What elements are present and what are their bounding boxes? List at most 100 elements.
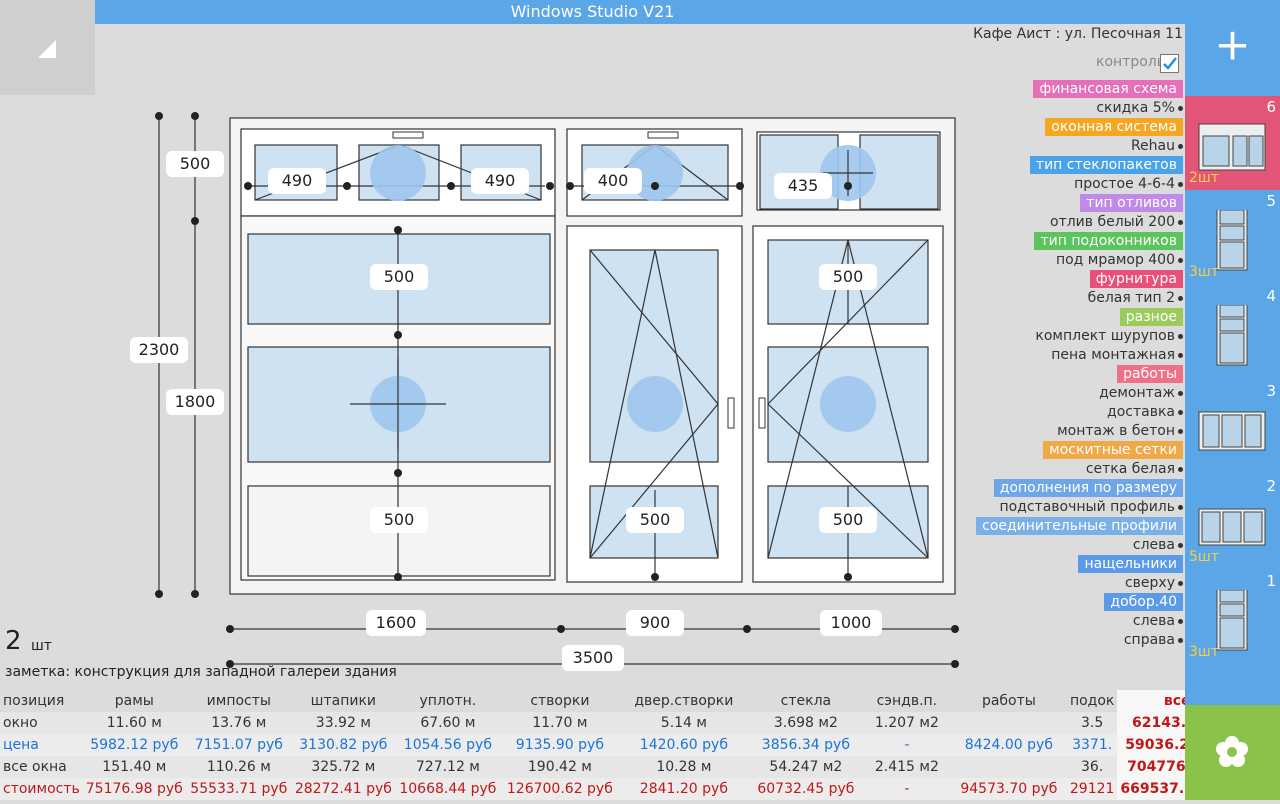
option-value[interactable]: подставочный профиль xyxy=(999,498,1183,516)
table-cell: 190.42 м xyxy=(527,759,592,775)
option-value[interactable]: справа xyxy=(1124,631,1183,649)
right-sidebar: ＋ 6 2шт 5 3шт 4 3 2 5шт 1 3шт xyxy=(1185,0,1280,800)
row-label: все окна xyxy=(3,759,67,775)
construction-thumb-2[interactable]: 2 5шт xyxy=(1185,475,1280,569)
bullet-icon xyxy=(1178,391,1183,396)
dim-label[interactable]: 435 xyxy=(774,173,832,199)
app-title: Windows Studio V21 xyxy=(510,2,675,21)
dim-label[interactable]: 2300 xyxy=(130,337,188,363)
construction-number: 2 xyxy=(1266,477,1276,495)
table-cell: 2.415 м2 xyxy=(874,759,939,775)
settings-button[interactable] xyxy=(1185,705,1280,800)
window-thumb-icon xyxy=(1198,411,1266,451)
table-row: окно 11.60 м 13.76 м 33.92 м 67.60 м 11.70 м 5… xyxy=(0,712,1254,734)
table-cell: 325.72 м xyxy=(311,759,376,775)
dim-label[interactable]: 400 xyxy=(584,168,642,194)
option-category[interactable]: финансовая схема xyxy=(1033,80,1183,98)
menu-corner-button[interactable] xyxy=(0,0,95,95)
dim-label[interactable]: 500 xyxy=(626,507,684,533)
construction-qty[interactable]: 2 xyxy=(5,626,22,656)
option-value[interactable]: доставка xyxy=(1107,403,1183,421)
dim-label[interactable]: 500 xyxy=(370,264,428,290)
construction-qty-badge: 3шт xyxy=(1189,264,1219,280)
option-category[interactable]: соединительные профили xyxy=(976,517,1183,535)
option-value[interactable]: слева xyxy=(1133,536,1183,554)
construction-thumb-1[interactable]: 1 3шт xyxy=(1185,570,1280,664)
dim-label[interactable]: 490 xyxy=(268,168,326,194)
option-category[interactable]: фурнитура xyxy=(1089,270,1183,288)
table-cell: 67.60 м xyxy=(420,715,476,731)
table-header: сэндв.п. xyxy=(876,693,938,709)
option-value[interactable]: белая тип 2 xyxy=(1088,289,1183,307)
bullet-icon xyxy=(1178,429,1183,434)
table-cell: 54.247 м2 xyxy=(769,759,843,775)
dim-label[interactable]: 900 xyxy=(626,610,684,636)
option-category[interactable]: дополнения по размеру xyxy=(993,479,1183,497)
dim-label[interactable]: 3500 xyxy=(562,645,624,671)
option-value[interactable]: сетка белая xyxy=(1086,460,1183,478)
option-value[interactable]: монтаж в бетон xyxy=(1057,422,1183,440)
table-cell: 75176.98 руб xyxy=(85,781,183,797)
table-cell: 3371. xyxy=(1072,737,1113,753)
option-value[interactable]: демонтаж xyxy=(1099,384,1183,402)
dim-label[interactable]: 500 xyxy=(819,507,877,533)
option-category[interactable]: москитные сетки xyxy=(1043,441,1183,459)
bullet-icon xyxy=(1178,410,1183,415)
glass-marker xyxy=(370,145,426,201)
option-value[interactable]: отлив белый 200 xyxy=(1050,213,1183,231)
control-label: контроль xyxy=(1096,54,1165,70)
table-cell: 1.207 м2 xyxy=(874,715,939,731)
option-category[interactable]: работы xyxy=(1117,365,1183,383)
option-value[interactable]: простое 4-6-4 xyxy=(1074,175,1183,193)
table-cell: 10.28 м xyxy=(656,759,712,775)
row-label: цена xyxy=(3,737,39,753)
option-category[interactable]: добор.40 xyxy=(1104,593,1183,611)
add-construction-button[interactable]: ＋ xyxy=(1185,0,1280,96)
dim-label[interactable]: 1000 xyxy=(820,610,882,636)
option-value[interactable]: сверху xyxy=(1125,574,1183,592)
option-category[interactable]: тип стеклопакетов xyxy=(1029,156,1183,174)
bullet-icon xyxy=(1178,467,1183,472)
option-value[interactable]: скидка 5% xyxy=(1096,99,1183,117)
table-cell: 3130.82 руб xyxy=(299,737,388,753)
option-value[interactable]: пена монтажная xyxy=(1051,346,1183,364)
option-category[interactable]: оконная система xyxy=(1045,118,1183,136)
option-value[interactable]: под мрамор 400 xyxy=(1056,251,1183,269)
table-cell: 28272.41 руб xyxy=(294,781,392,797)
option-value[interactable]: Rehau xyxy=(1131,137,1183,155)
option-value[interactable]: комплект шурупов xyxy=(1035,327,1183,345)
construction-thumb-4[interactable]: 4 xyxy=(1185,285,1280,379)
construction-thumb-5[interactable]: 5 3шт xyxy=(1185,190,1280,284)
dim-label[interactable]: 1800 xyxy=(166,389,224,415)
construction-number: 1 xyxy=(1266,572,1276,590)
spec-table: позиция рамы импосты штапики уплотн. створки д… xyxy=(0,690,1254,800)
bullet-icon xyxy=(1178,353,1183,358)
control-checkbox[interactable] xyxy=(1160,54,1179,73)
construction-thumb-3[interactable]: 3 xyxy=(1185,380,1280,474)
bullet-icon xyxy=(1178,182,1183,187)
dim-label[interactable]: 500 xyxy=(370,507,428,533)
bullet-icon xyxy=(1178,144,1183,149)
dim-label[interactable]: 500 xyxy=(166,151,224,177)
bullet-icon xyxy=(1178,258,1183,263)
option-category[interactable]: тип отливов xyxy=(1080,194,1183,212)
option-category[interactable]: тип подоконников xyxy=(1034,232,1183,250)
construction-thumb-6[interactable]: 6 2шт xyxy=(1185,96,1280,190)
table-row: цена 5982.12 руб 7151.07 руб 3130.82 руб 105… xyxy=(0,734,1254,756)
flower-icon xyxy=(1216,736,1248,767)
dim-label[interactable]: 1600 xyxy=(366,610,426,636)
glass-marker xyxy=(820,376,876,432)
construction-qty-unit: шт xyxy=(31,638,52,654)
table-cell: 5982.12 руб xyxy=(90,737,179,753)
bullet-icon xyxy=(1178,334,1183,339)
construction-note[interactable]: заметка: конструкция для западной галере… xyxy=(5,664,397,680)
table-cell: 60732.45 руб xyxy=(757,781,855,797)
table-header: штапики xyxy=(310,693,377,709)
app-title-bar: Windows Studio V21 xyxy=(0,0,1185,24)
option-category[interactable]: разное xyxy=(1119,308,1183,326)
option-value[interactable]: слева xyxy=(1133,612,1183,630)
dim-label[interactable]: 500 xyxy=(819,264,877,290)
option-category[interactable]: нащельники xyxy=(1078,555,1183,573)
handle-icon xyxy=(758,397,766,429)
dim-label[interactable]: 490 xyxy=(471,168,529,194)
